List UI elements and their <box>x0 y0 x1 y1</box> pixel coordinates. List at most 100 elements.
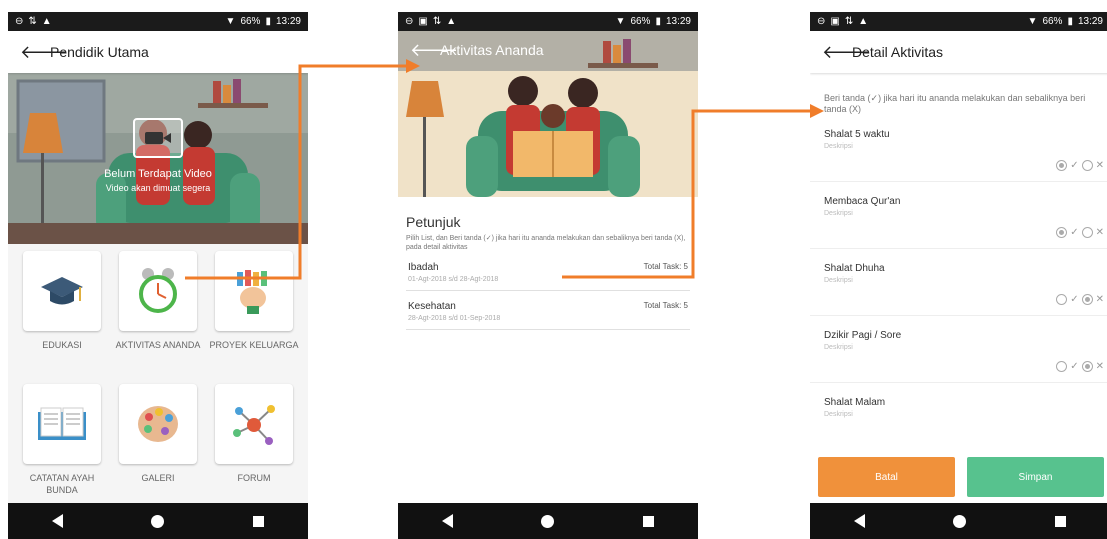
screen-pendidik-utama: ⊖ ⇅ ▲ ▼ 66% ▮ 13:29 🡐 Pendidik Utama Bel… <box>8 12 308 539</box>
instruction-text: Beri tanda (✓) jika hari itu ananda mela… <box>824 93 1086 114</box>
nav-home-icon[interactable] <box>151 514 165 528</box>
nav-back-icon[interactable] <box>442 514 454 528</box>
no-video-subtitle: Video akan dimuat segera <box>105 183 211 193</box>
check-radio[interactable] <box>1056 227 1068 238</box>
back-arrow-icon[interactable]: 🡐 <box>810 43 870 61</box>
android-nav-bar <box>810 503 1107 539</box>
menu-tile[interactable] <box>23 251 101 331</box>
nav-home-icon[interactable] <box>541 514 555 528</box>
menu-tile[interactable] <box>215 251 293 331</box>
wifi-icon: ▼ <box>225 16 236 27</box>
back-arrow-icon[interactable]: 🡐 <box>398 41 458 59</box>
check-radio[interactable] <box>1056 361 1068 372</box>
cross-radio[interactable] <box>1081 294 1093 305</box>
nav-home-icon[interactable] <box>953 514 967 528</box>
graduation-cap-icon <box>41 277 83 305</box>
item-description: Deskripsi <box>824 344 853 351</box>
cross-icon: ✕ <box>1095 227 1104 238</box>
checklist: Beri tanda (✓) jika hari itu ananda mela… <box>810 73 1107 449</box>
activity-date-range: 01-Agt-2018 s/d 28-Agt-2018 <box>408 276 499 283</box>
activity-date-range: 28-Agt-2018 s/d 01-Sep-2018 <box>408 315 501 322</box>
wifi-icon: ▼ <box>615 16 626 27</box>
menu-item-galeri[interactable]: GALERI <box>113 384 203 484</box>
activity-name: Kesehatan <box>408 301 456 312</box>
check-cross-radio-group: ✓ ✕ <box>1056 160 1104 171</box>
check-cross-radio-group: ✓ ✕ <box>1056 294 1104 305</box>
android-nav-bar <box>8 503 308 539</box>
wifi-icon: ▼ <box>1027 16 1038 27</box>
minus-circle-icon: ⊖ <box>817 16 826 27</box>
instruction-panel: Petunjuk Pilih List, dan Beri tanda (✓) … <box>398 197 698 503</box>
item-name: Shalat 5 waktu <box>824 129 890 140</box>
menu-label: PROYEK KELUARGA <box>209 340 299 350</box>
menu-item-edukasi[interactable]: EDUKASI <box>17 251 107 351</box>
cross-radio[interactable] <box>1081 160 1093 171</box>
activity-total-task: Total Task: 5 <box>643 301 688 310</box>
menu-tile[interactable] <box>23 384 101 464</box>
warning-icon: ▲ <box>858 16 869 27</box>
menu-item-catatan-ayah-bunda[interactable]: CATATAN AYAH BUNDA <box>17 384 107 496</box>
checkmark-icon: ✓ <box>1070 227 1079 238</box>
nav-recent-icon[interactable] <box>642 515 654 527</box>
item-name: Shalat Malam <box>824 397 886 408</box>
save-button[interactable]: Simpan <box>967 457 1104 497</box>
video-camera-icon <box>133 118 183 158</box>
check-radio[interactable] <box>1056 294 1068 305</box>
item-description: Deskripsi <box>824 143 853 150</box>
nav-recent-icon[interactable] <box>1054 515 1066 527</box>
menu-item-proyek-keluarga[interactable]: PROYEK KELUARGA <box>209 251 299 351</box>
check-radio[interactable] <box>1056 160 1068 171</box>
activity-item-ibadah[interactable]: Ibadah Total Task: 5 01-Agt-2018 s/d 28-A… <box>406 255 690 291</box>
nav-back-icon[interactable] <box>52 514 64 528</box>
page-title: Pendidik Utama <box>50 44 149 60</box>
screen-aktivitas-ananda: ⊖ ▣ ⇅ ▲ ▼ 66% ▮ 13:29 🡐 Aktivitas Ananda <box>398 12 698 539</box>
network-icon <box>233 405 275 445</box>
status-bar: ⊖ ⇅ ▲ ▼ 66% ▮ 13:29 <box>8 12 308 31</box>
cross-radio[interactable] <box>1081 361 1093 372</box>
checklist-item: Dzikir Pagi / Sore Deskripsi ✓ ✕ <box>810 316 1107 383</box>
screen-detail-aktivitas: ⊖ ▣ ⇅ ▲ ▼ 66% ▮ 13:29 🡐 Detail Aktivitas Beri … <box>810 12 1107 539</box>
clock-time: 13:29 <box>1077 16 1103 27</box>
item-description: Deskripsi <box>824 277 853 284</box>
back-arrow-icon[interactable]: 🡐 <box>8 43 68 61</box>
activity-item-kesehatan[interactable]: Kesehatan Total Task: 5 28-Agt-2018 s/d 0… <box>406 294 690 330</box>
no-video-overlay: Belum Terdapat Video Video akan dimuat s… <box>8 118 308 193</box>
warning-icon: ▲ <box>446 16 457 27</box>
menu-label: EDUKASI <box>42 340 82 350</box>
cancel-button[interactable]: Batal <box>818 457 955 497</box>
menu-label: FORUM <box>237 473 271 483</box>
page-title: Aktivitas Ananda <box>440 42 544 58</box>
menu-tile[interactable] <box>119 384 197 464</box>
clock-time: 13:29 <box>665 16 691 27</box>
menu-tile[interactable] <box>119 251 197 331</box>
minus-circle-icon: ⊖ <box>405 16 414 27</box>
menu-label: AKTIVITAS ANANDA <box>115 340 201 350</box>
checkmark-icon: ✓ <box>1070 361 1079 372</box>
checklist-item: Membaca Qur'an Deskripsi ✓ ✕ <box>810 182 1107 249</box>
cross-icon: ✕ <box>1095 160 1104 171</box>
signal-icon: ⇅ <box>432 16 442 27</box>
cross-radio[interactable] <box>1081 227 1093 238</box>
battery-icon: ▮ <box>265 16 271 27</box>
menu-item-forum[interactable]: FORUM <box>209 384 299 484</box>
item-name: Dzikir Pagi / Sore <box>824 330 902 341</box>
menu-tile[interactable] <box>215 384 293 464</box>
item-description: Deskripsi <box>824 210 853 217</box>
alarm-clock-icon <box>139 268 177 313</box>
no-video-title: Belum Terdapat Video <box>104 168 212 180</box>
image-icon: ▣ <box>830 16 840 27</box>
paint-brush-hand-icon <box>237 270 267 314</box>
action-buttons: Batal Simpan <box>810 449 1107 503</box>
app-bar: 🡐 Aktivitas Ananda <box>398 31 698 69</box>
video-banner[interactable]: Belum Terdapat Video Video akan dimuat s… <box>8 73 308 244</box>
menu-item-aktivitas-ananda[interactable]: AKTIVITAS ANANDA <box>113 251 203 351</box>
menu-label: CATATAN AYAH BUNDA <box>29 473 95 495</box>
nav-recent-icon[interactable] <box>252 515 264 527</box>
check-cross-radio-group: ✓ ✕ <box>1056 227 1104 238</box>
image-icon: ▣ <box>418 16 428 27</box>
app-bar: 🡐 Detail Aktivitas <box>810 31 1107 73</box>
activity-total-task: Total Task: 5 <box>643 262 688 271</box>
checklist-item: Shalat 5 waktu Deskripsi ✓ ✕ <box>810 115 1107 182</box>
checkmark-icon: ✓ <box>1070 294 1079 305</box>
nav-back-icon[interactable] <box>854 514 866 528</box>
